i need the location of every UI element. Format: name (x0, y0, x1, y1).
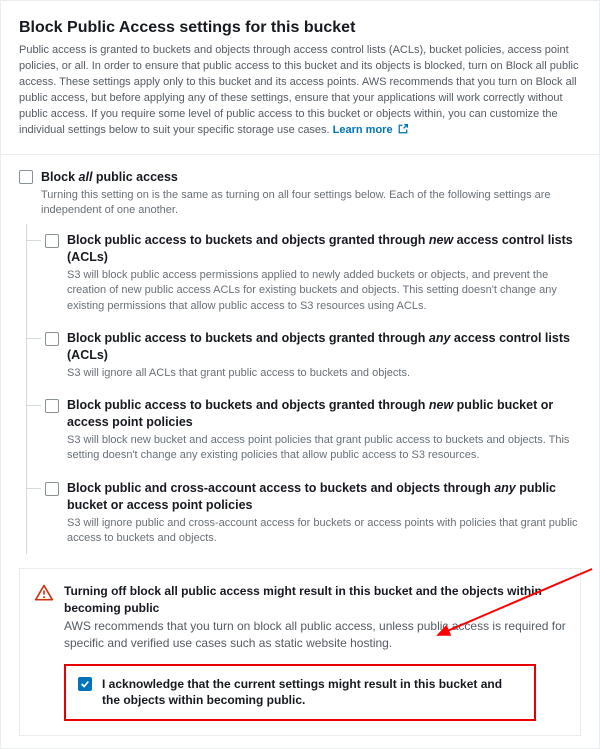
sub-option-checkbox[interactable] (45, 399, 59, 413)
warning-title: Turning off block all public access migh… (64, 583, 566, 617)
sub-option-label: Block public access to buckets and objec… (67, 330, 581, 364)
sub-option-checkbox[interactable] (45, 234, 59, 248)
sub-option-any-policies: Block public and cross-account access to… (27, 472, 581, 555)
block-all-row: Block all public access Turning this set… (19, 169, 581, 219)
sub-option-label: Block public and cross-account access to… (67, 480, 581, 514)
sub-option-new-policies: Block public access to buckets and objec… (27, 389, 581, 472)
sub-option-desc: S3 will ignore all ACLs that grant publi… (67, 366, 581, 381)
block-all-desc: Turning this setting on is the same as t… (41, 188, 581, 219)
sub-option-any-acls: Block public access to buckets and objec… (27, 322, 581, 389)
sub-option-new-acls: Block public access to buckets and objec… (27, 224, 581, 322)
sub-option-label: Block public access to buckets and objec… (67, 232, 581, 266)
sub-option-checkbox[interactable] (45, 332, 59, 346)
page-title: Block Public Access settings for this bu… (19, 19, 581, 37)
warning-icon (34, 583, 54, 606)
warning-desc: AWS recommends that you turn on block al… (64, 618, 566, 652)
intro-text: Public access is granted to buckets and … (19, 43, 581, 140)
acknowledge-label: I acknowledge that the current settings … (102, 676, 522, 710)
sub-option-desc: S3 will block public access permissions … (67, 268, 581, 314)
warning-panel: Turning off block all public access migh… (19, 568, 581, 736)
settings-panel: Block Public Access settings for this bu… (0, 0, 600, 749)
learn-more-link[interactable]: Learn more (333, 124, 408, 136)
sub-option-label: Block public access to buckets and objec… (67, 397, 581, 431)
block-all-label: Block all public access (41, 169, 581, 186)
external-link-icon (398, 124, 408, 140)
sub-option-checkbox[interactable] (45, 482, 59, 496)
acknowledge-box: I acknowledge that the current settings … (64, 664, 536, 722)
sub-option-desc: S3 will block new bucket and access poin… (67, 433, 581, 464)
sub-option-desc: S3 will ignore public and cross-account … (67, 516, 581, 547)
block-all-checkbox[interactable] (19, 170, 33, 184)
acknowledge-checkbox[interactable] (78, 677, 92, 691)
divider (1, 154, 599, 155)
sub-options-tree: Block public access to buckets and objec… (26, 224, 581, 554)
